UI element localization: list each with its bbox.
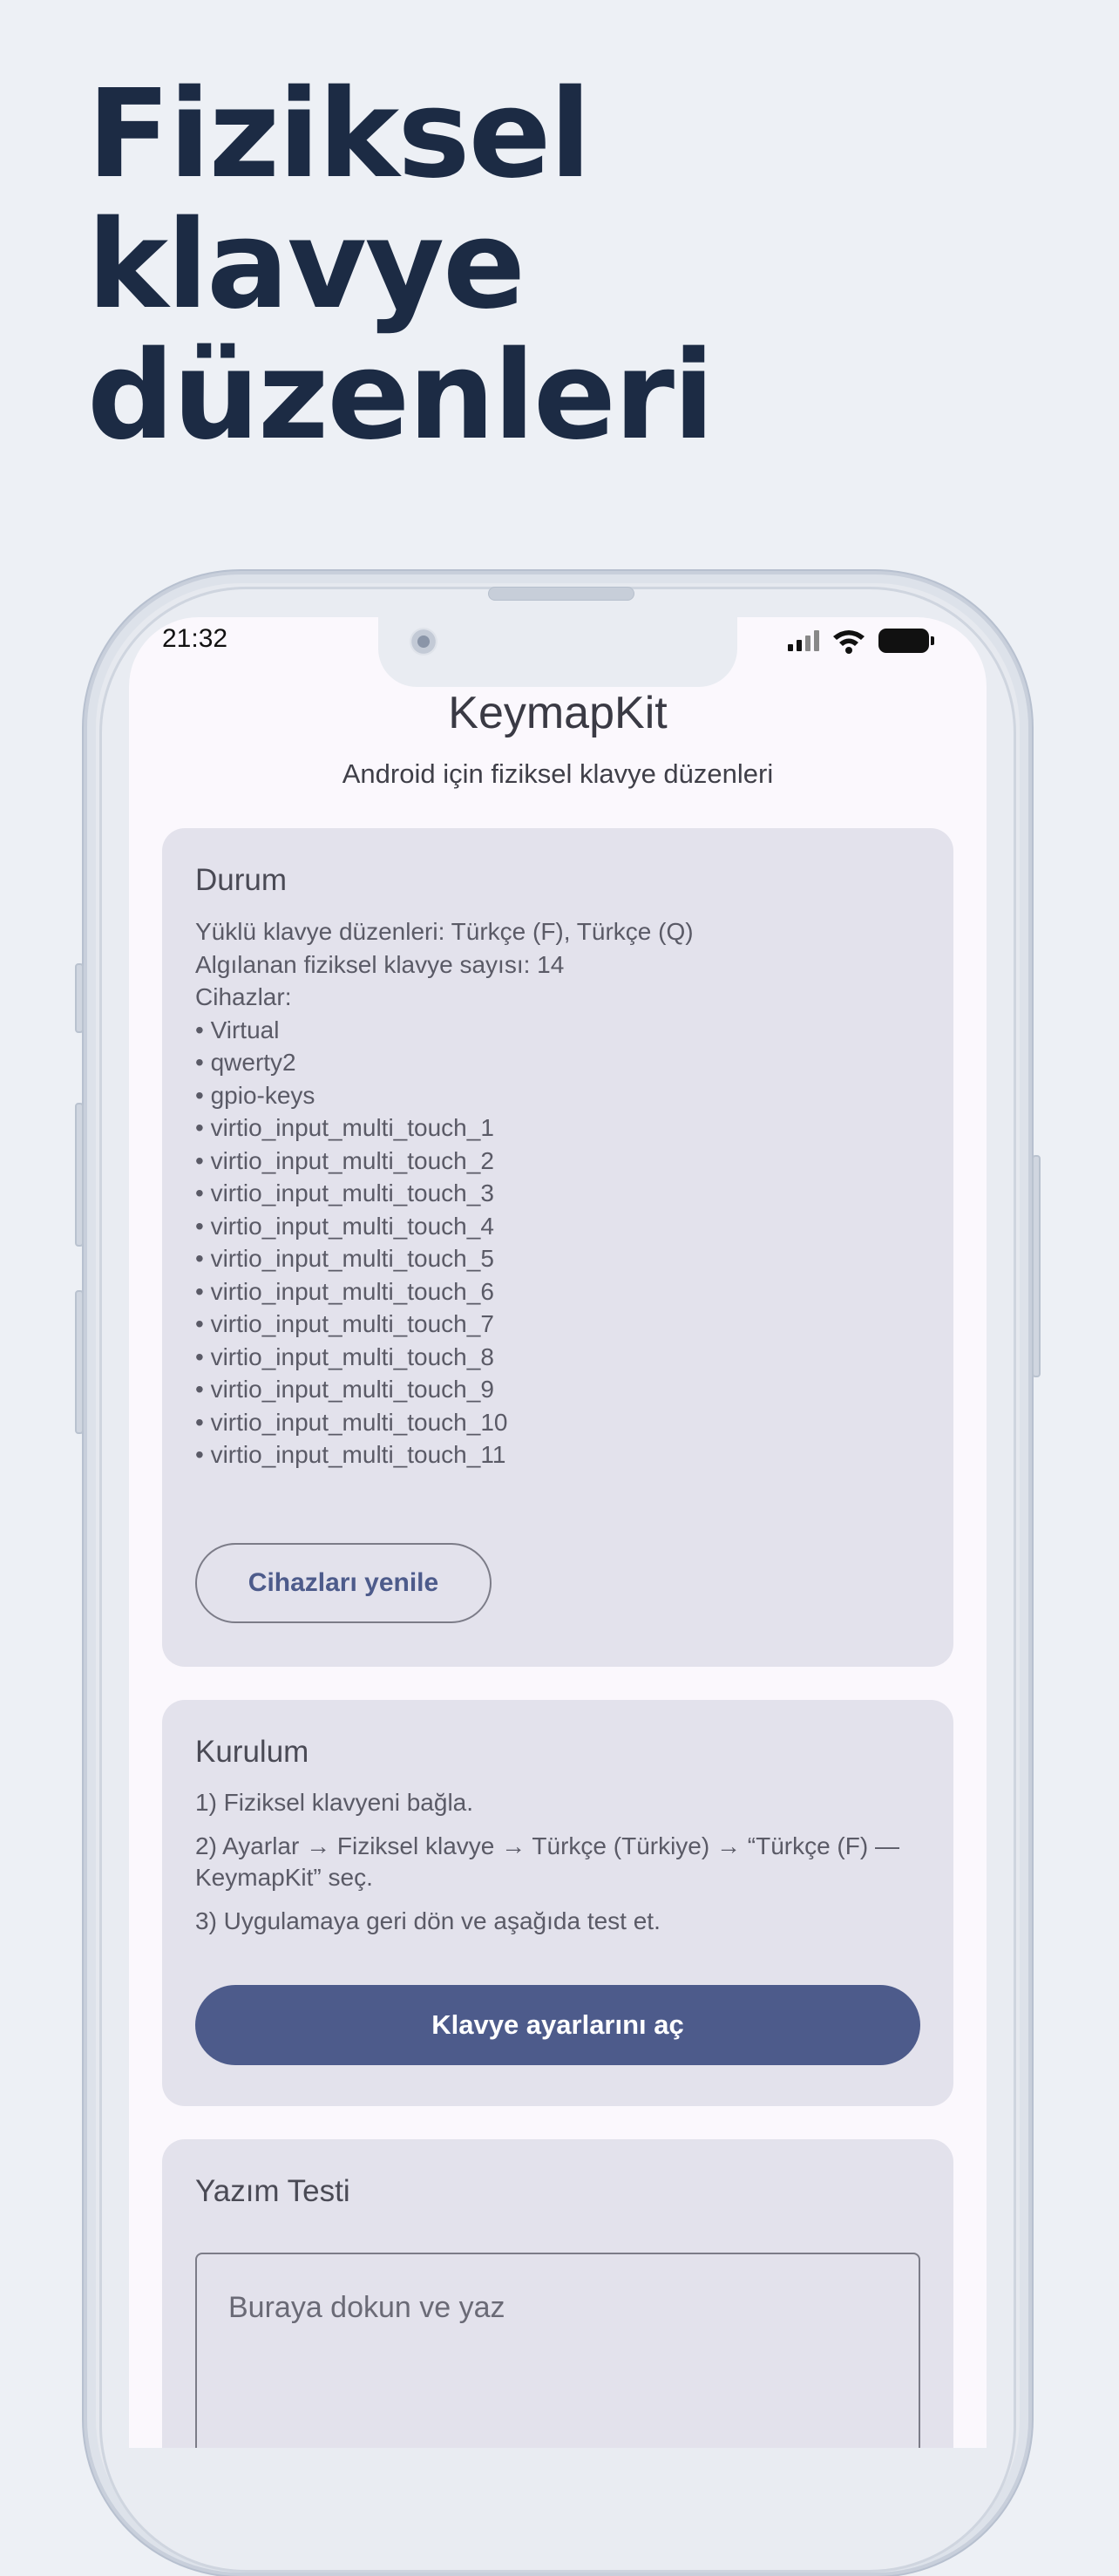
device-item: • qwerty2: [195, 1049, 296, 1076]
status-icons: [788, 628, 934, 654]
volume-down-button: [75, 1290, 84, 1434]
setup-step: 3) Uygulamaya geri dön ve aşağıda test e…: [195, 1907, 661, 1934]
app-title: KeymapKit: [448, 688, 668, 738]
device-item: • virtio_input_multi_touch_11: [195, 1441, 506, 1468]
device-item: • virtio_input_multi_touch_3: [195, 1179, 494, 1206]
open-keyboard-settings-button[interactable]: Klavye ayarlarını aç: [195, 1985, 920, 2065]
status-line: Algılanan fiziksel klavye sayısı: 14: [195, 950, 565, 978]
wifi-icon: [833, 630, 865, 654]
device-item: • Virtual: [195, 1016, 280, 1043]
volume-up-button: [75, 1103, 84, 1247]
setup-step: 1) Fiziksel klavyeni bağla.: [195, 1789, 474, 1816]
typing-test-card: Yazım Testi Buraya dokun ve yaz: [162, 2139, 953, 2448]
setup-steps: 1) Fiziksel klavyeni bağla. 2) Ayarlar →…: [195, 1787, 920, 1937]
device-item: • virtio_input_multi_touch_9: [195, 1376, 494, 1403]
device-item: • gpio-keys: [195, 1081, 315, 1109]
status-card-title: Durum: [195, 863, 288, 897]
device-item: • virtio_input_multi_touch_7: [195, 1310, 494, 1337]
app-subtitle: Android için fiziksel klavye düzenleri: [342, 758, 774, 789]
status-time: 21:32: [162, 624, 228, 653]
headline-line: Fiziksel: [87, 64, 591, 206]
status-line: Cihazlar:: [195, 983, 292, 1010]
typing-test-title: Yazım Testi: [195, 2174, 350, 2208]
battery-icon: [878, 629, 934, 653]
headline-line: klavye: [87, 194, 526, 336]
device-item: • virtio_input_multi_touch_6: [195, 1277, 494, 1305]
device-item: • virtio_input_multi_touch_8: [195, 1342, 494, 1370]
device-item: • virtio_input_multi_touch_4: [195, 1212, 494, 1240]
camera-icon: [410, 628, 437, 656]
device-item: • virtio_input_multi_touch_10: [195, 1408, 508, 1436]
device-item: • virtio_input_multi_touch_2: [195, 1146, 494, 1174]
power-button: [1032, 1155, 1041, 1377]
setup-step: 2) Ayarlar → Fiziksel klavye → Türkçe (T…: [195, 1832, 899, 1891]
action-button: [75, 963, 84, 1033]
refresh-devices-button[interactable]: Cihazları yenile: [195, 1543, 492, 1623]
headline-line: düzenleri: [87, 325, 715, 467]
marketing-headline: Fiziksel klavye düzenleri: [87, 70, 1046, 462]
phone-screen: 21:32 KeymapKit Android için fiziksel kl…: [129, 617, 987, 2448]
device-item: • virtio_input_multi_touch_1: [195, 1114, 494, 1141]
device-item: • virtio_input_multi_touch_5: [195, 1245, 494, 1272]
status-line: Yüklü klavye düzenleri: Türkçe (F), Türk…: [195, 918, 694, 945]
typing-test-input[interactable]: Buraya dokun ve yaz: [195, 2253, 920, 2448]
setup-card-title: Kurulum: [195, 1735, 309, 1769]
status-lines: Yüklü klavye düzenleri: Türkçe (F), Türk…: [195, 915, 920, 1472]
status-card: Durum Yüklü klavye düzenleri: Türkçe (F)…: [162, 828, 953, 1667]
setup-card: Kurulum 1) Fiziksel klavyeni bağla. 2) A…: [162, 1700, 953, 2106]
speaker-grille: [488, 587, 634, 601]
signal-icon: [788, 630, 819, 651]
